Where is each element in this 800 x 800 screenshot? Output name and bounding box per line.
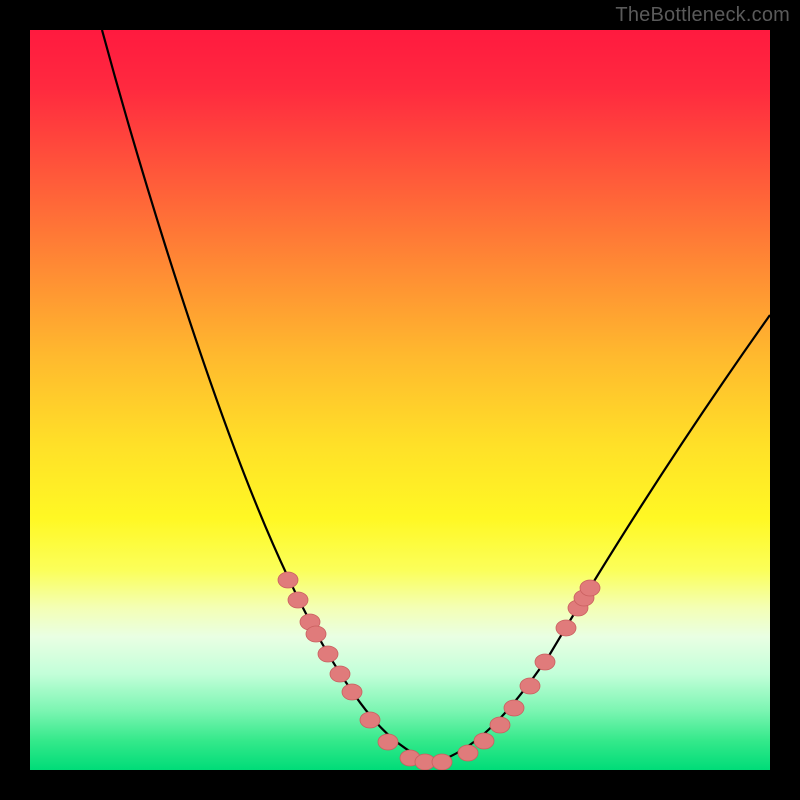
curve-left-branch [102,30,434,763]
curve-right-branch [434,315,770,763]
bead-marker [360,712,380,728]
bead-marker [535,654,555,670]
outer-frame: TheBottleneck.com [0,0,800,800]
curve-group [102,30,770,763]
bead-marker [342,684,362,700]
bead-marker [432,754,452,770]
bead-marker [318,646,338,662]
bead-marker [330,666,350,682]
bead-marker [378,734,398,750]
bead-marker [504,700,524,716]
bead-marker [520,678,540,694]
bead-marker [458,745,478,761]
bead-marker [306,626,326,642]
watermark-text: TheBottleneck.com [615,4,790,27]
bead-marker [474,733,494,749]
bead-marker [288,592,308,608]
bead-marker [556,620,576,636]
bead-marker [490,717,510,733]
plot-area [30,30,770,770]
beads-group [278,572,600,770]
bead-marker [278,572,298,588]
curve-svg [30,30,770,770]
bead-marker [580,580,600,596]
